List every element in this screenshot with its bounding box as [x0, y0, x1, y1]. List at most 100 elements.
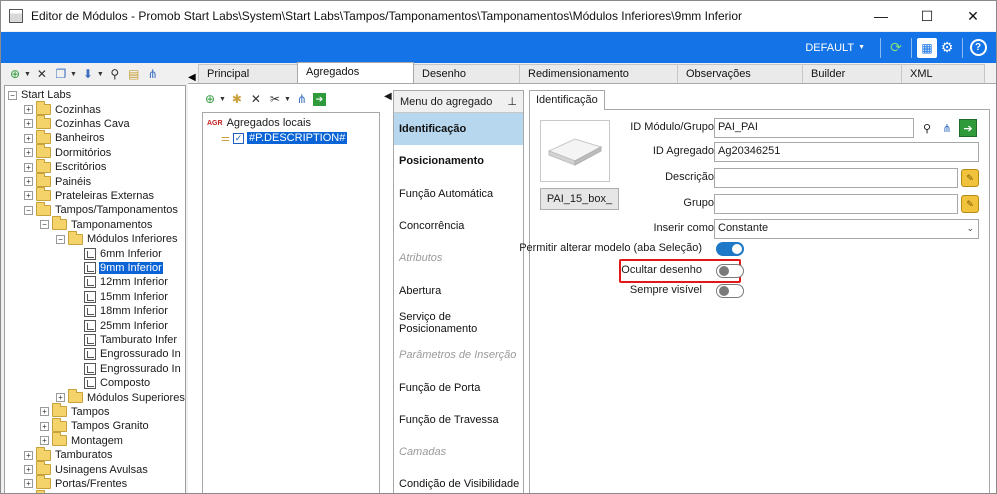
- tab-agregados[interactable]: Agregados: [297, 62, 414, 83]
- copy-icon[interactable]: ❐: [53, 66, 69, 82]
- expand-icon[interactable]: +: [24, 162, 33, 172]
- tree-node[interactable]: 6mm Inferior: [72, 246, 163, 260]
- expand-icon[interactable]: +: [24, 177, 33, 187]
- collapse-arrow-icon[interactable]: ◀: [384, 91, 392, 102]
- refresh-icon[interactable]: ⟳: [886, 38, 906, 58]
- expand-icon[interactable]: +: [24, 191, 33, 201]
- module-select-button[interactable]: PAI_15_box_: [540, 188, 619, 210]
- tab-principal[interactable]: Principal: [198, 64, 298, 83]
- delete-icon[interactable]: ✕: [34, 66, 50, 82]
- id-agregado-input[interactable]: Ag20346251: [714, 142, 979, 162]
- tab-builder[interactable]: Builder: [802, 64, 902, 83]
- inserir-como-select[interactable]: Constante ⌄: [714, 219, 979, 239]
- tree-node[interactable]: 9mm Inferior: [72, 261, 163, 275]
- tab-desenho[interactable]: Desenho: [413, 64, 520, 83]
- help-button[interactable]: ?: [968, 38, 988, 58]
- collapse-icon[interactable]: −: [56, 234, 65, 244]
- id-modulo-input[interactable]: PAI_PAI: [714, 118, 914, 138]
- expand-icon[interactable]: +: [24, 119, 33, 129]
- chevron-down-icon[interactable]: ▼: [70, 71, 77, 78]
- profile-dropdown[interactable]: DEFAULT ▼: [805, 42, 865, 54]
- tree-node[interactable]: 18mm Inferior: [72, 304, 169, 318]
- expand-icon[interactable]: +: [24, 450, 33, 460]
- expand-icon[interactable]: +: [24, 479, 33, 489]
- tree-node[interactable]: Engrossurado In: [72, 347, 182, 361]
- close-button[interactable]: ✕: [950, 1, 996, 31]
- chevron-down-icon[interactable]: ▼: [284, 96, 291, 103]
- add-icon[interactable]: ⊕: [202, 91, 218, 107]
- go-button[interactable]: ➔: [959, 119, 977, 137]
- move-down-icon[interactable]: ⬇: [80, 66, 96, 82]
- chevron-down-icon[interactable]: ▼: [219, 96, 226, 103]
- tree-node[interactable]: + Painéis: [24, 173, 92, 188]
- aggregate-menu-item[interactable]: Função de Porta: [394, 371, 523, 403]
- expand-icon[interactable]: +: [56, 393, 65, 403]
- aggregate-menu-item[interactable]: Condição de Visibilidade: [394, 468, 523, 493]
- collapse-icon[interactable]: −: [24, 205, 33, 215]
- note-icon[interactable]: ✎: [961, 169, 979, 187]
- ocultar-desenho-toggle[interactable]: [716, 264, 744, 278]
- expand-icon[interactable]: +: [40, 421, 49, 431]
- pin-icon[interactable]: ⊥: [507, 95, 517, 108]
- aggregate-menu-item[interactable]: Função Automática: [394, 178, 523, 210]
- tree-icon[interactable]: ⋔: [294, 91, 310, 107]
- tree-node[interactable]: 15mm Inferior: [72, 290, 169, 304]
- collapse-arrow-icon[interactable]: ◀: [188, 72, 196, 83]
- expand-icon[interactable]: +: [40, 407, 49, 417]
- expand-icon[interactable]: +: [40, 436, 49, 446]
- tree-node[interactable]: 12mm Inferior: [72, 275, 169, 289]
- aggregate-menu-item[interactable]: Identificação: [394, 113, 523, 146]
- expand-icon[interactable]: +: [24, 148, 33, 158]
- tree-node[interactable]: Engrossurado In: [72, 362, 182, 376]
- aggregate-menu-item[interactable]: Serviço de Posicionamento: [394, 307, 523, 339]
- binoculars-icon[interactable]: ⚲: [918, 119, 936, 137]
- aggregate-menu-item[interactable]: Concorrência: [394, 210, 523, 242]
- tree-node[interactable]: + Montagem: [40, 432, 124, 448]
- permitir-alterar-toggle[interactable]: [716, 242, 744, 256]
- add-icon[interactable]: ⊕: [7, 66, 23, 82]
- tree-node[interactable]: 25mm Inferior: [72, 318, 169, 332]
- tree-icon[interactable]: ⋔: [145, 66, 161, 82]
- export-icon[interactable]: ➔: [312, 92, 326, 106]
- grupo-input[interactable]: [714, 194, 958, 214]
- folder-search-icon[interactable]: ▤: [126, 66, 142, 82]
- expand-icon[interactable]: +: [24, 105, 33, 115]
- cut-icon[interactable]: ✂: [267, 91, 283, 107]
- gear-icon[interactable]: ⚙: [937, 38, 957, 58]
- collapse-icon[interactable]: −: [8, 90, 17, 100]
- tab-observações[interactable]: Observações: [677, 64, 803, 83]
- sempre-visivel-toggle[interactable]: [716, 284, 744, 298]
- minimize-button[interactable]: —: [858, 1, 904, 31]
- descricao-input[interactable]: [714, 168, 958, 188]
- tree-node[interactable]: + Módulos Superiores: [56, 389, 185, 404]
- aggregate-item[interactable]: ⚌ ✓ #P.DESCRIPTION#: [221, 132, 348, 144]
- aggregate-menu-item[interactable]: Posicionamento: [394, 145, 523, 177]
- tab-redimensionamento[interactable]: Redimensionamento: [519, 64, 678, 83]
- tab-xml[interactable]: XML: [901, 64, 985, 83]
- aggregate-checkbox[interactable]: ✓: [232, 132, 244, 144]
- delete-icon[interactable]: ✕: [248, 91, 264, 107]
- tree-node[interactable]: − Módulos Inferiores: [56, 230, 179, 246]
- aggregate-menu-item[interactable]: Função de Travessa: [394, 404, 523, 436]
- local-aggregates-node[interactable]: AGR Agregados locais: [207, 117, 311, 129]
- tree-node[interactable]: + Dormitórios: [24, 144, 112, 160]
- expand-icon[interactable]: +: [24, 465, 33, 475]
- folder-icon: [52, 432, 67, 447]
- new-icon[interactable]: ✱: [229, 91, 245, 107]
- note-icon[interactable]: ✎: [961, 195, 979, 213]
- collapse-icon[interactable]: −: [40, 220, 49, 230]
- tree-icon[interactable]: ⋔: [938, 119, 956, 137]
- tree-node[interactable]: − Tamponamentos: [40, 216, 153, 232]
- tree-node[interactable]: − Tampos/Tamponamentos: [24, 201, 179, 217]
- maximize-button[interactable]: ☐: [904, 1, 950, 31]
- chevron-down-icon[interactable]: ▼: [97, 71, 104, 78]
- aggregate-menu-item[interactable]: Abertura: [394, 274, 523, 306]
- binoculars-icon[interactable]: ⚲: [107, 66, 123, 82]
- layout-icon[interactable]: ▦: [917, 37, 937, 58]
- expand-icon[interactable]: +: [24, 133, 33, 143]
- chevron-down-icon[interactable]: ▼: [24, 71, 31, 78]
- tree-node[interactable]: + Tampos: [40, 403, 111, 419]
- tab-identificacao[interactable]: Identificação: [529, 90, 605, 110]
- tree-node[interactable]: Composto: [72, 376, 151, 390]
- tree-node[interactable]: Tamburato Infer: [72, 333, 178, 347]
